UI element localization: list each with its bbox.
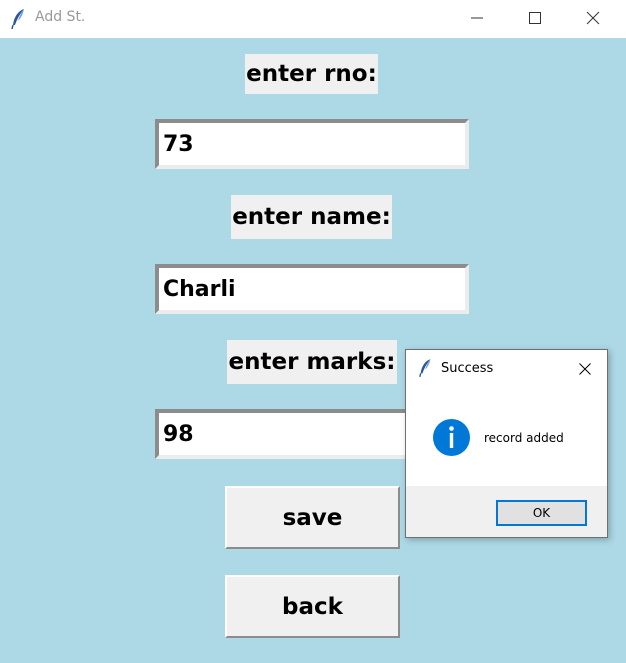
- name-input[interactable]: [159, 268, 465, 310]
- rno-field-frame: [155, 119, 469, 169]
- dialog-message: record added: [484, 431, 564, 445]
- dialog-title: Success: [441, 361, 494, 376]
- save-button[interactable]: save: [225, 486, 400, 549]
- close-icon: [579, 363, 591, 375]
- success-dialog: Success record added OK: [405, 349, 608, 538]
- dialog-title-bar: Success: [406, 350, 607, 388]
- dialog-close-button[interactable]: [573, 357, 597, 381]
- maximize-button[interactable]: [507, 0, 565, 38]
- rno-input[interactable]: [159, 123, 465, 165]
- marks-label: enter marks:: [227, 340, 397, 384]
- name-field-frame: [155, 264, 469, 314]
- close-button[interactable]: [565, 0, 623, 38]
- info-icon: [433, 419, 470, 456]
- feather-icon: [419, 359, 431, 378]
- name-label: enter name:: [231, 195, 392, 239]
- window-title: Add St.: [35, 9, 86, 25]
- title-bar: Add St.: [0, 0, 626, 38]
- rno-label: enter rno:: [245, 54, 378, 94]
- minimize-button[interactable]: [449, 0, 507, 38]
- ok-button[interactable]: OK: [496, 500, 587, 526]
- dialog-footer: OK: [406, 486, 607, 537]
- maximize-icon: [529, 12, 541, 24]
- minimize-icon: [471, 17, 483, 19]
- feather-icon: [11, 9, 24, 30]
- back-button[interactable]: back: [225, 575, 400, 638]
- close-icon: [586, 11, 600, 25]
